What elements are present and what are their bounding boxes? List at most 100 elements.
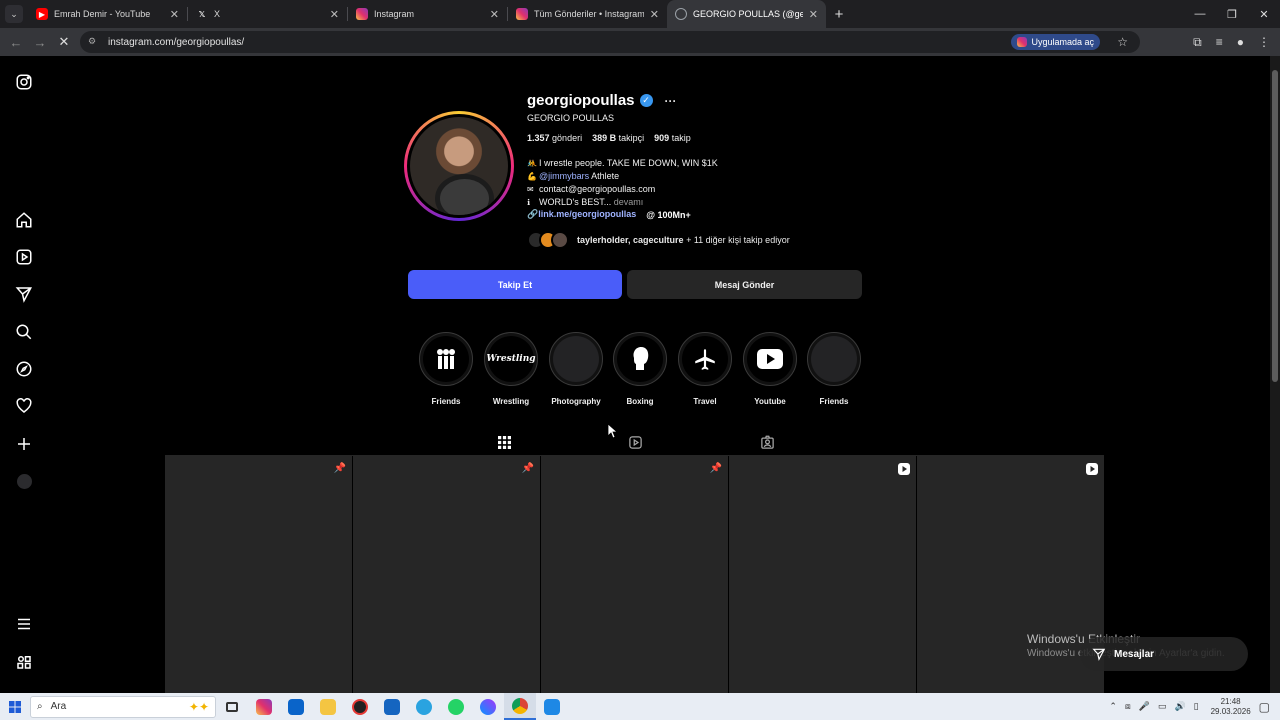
close-window-icon[interactable]: ✕ bbox=[1248, 0, 1280, 28]
highlight-item[interactable]: Friends bbox=[418, 332, 474, 406]
tab-search-button[interactable]: ⌄ bbox=[0, 0, 28, 28]
bio-line: Athlete bbox=[591, 171, 620, 181]
file-explorer-icon[interactable] bbox=[312, 693, 344, 720]
volume-icon[interactable]: 🔊 bbox=[1174, 701, 1185, 712]
profile-icon[interactable]: ● bbox=[1237, 35, 1244, 49]
explore-compass-icon[interactable] bbox=[14, 359, 34, 379]
bio-mention-link[interactable]: @jimmybars bbox=[539, 171, 589, 181]
new-tab-button[interactable]: + bbox=[826, 6, 852, 23]
microphone-icon[interactable]: 🎤 bbox=[1139, 701, 1150, 712]
clock[interactable]: 21:48 29.03.2026 bbox=[1211, 697, 1251, 717]
task-view-icon[interactable] bbox=[216, 693, 248, 720]
tab-tagged-icon[interactable] bbox=[757, 432, 777, 452]
tab-title: Instagram bbox=[374, 9, 415, 19]
tab-posts-grid-icon[interactable] bbox=[483, 432, 525, 459]
messages-pill[interactable]: Mesajlar bbox=[1080, 637, 1248, 671]
threads-badge[interactable]: @ 100Mn+ bbox=[646, 210, 691, 220]
taskbar-search[interactable]: ⌕ Ara ✦✦ bbox=[30, 695, 216, 718]
notifications-heart-icon[interactable] bbox=[14, 396, 34, 416]
post-tile[interactable]: 📌 bbox=[353, 456, 540, 693]
trello-icon[interactable] bbox=[376, 693, 408, 720]
network-icon[interactable]: ⧈ bbox=[1125, 701, 1131, 712]
instagram-app-icon[interactable] bbox=[248, 693, 280, 720]
profile-avatar-icon[interactable] bbox=[17, 474, 32, 489]
following-stat[interactable]: 909 takip bbox=[654, 133, 691, 143]
instagram-logo-icon[interactable] bbox=[14, 72, 34, 92]
site-info-icon[interactable]: ⚙ bbox=[88, 36, 100, 48]
post-tile[interactable]: 📌 bbox=[165, 456, 352, 693]
profile-stats: 1.357 gönderi 389 B takipçi 909 takip bbox=[527, 133, 691, 143]
close-tab-icon[interactable]: ✕ bbox=[809, 8, 818, 21]
close-tab-icon[interactable]: ✕ bbox=[490, 8, 499, 21]
chrome-icon[interactable] bbox=[504, 693, 536, 720]
paint-app-icon[interactable] bbox=[536, 693, 568, 720]
search-placeholder: Ara bbox=[50, 701, 67, 712]
highlight-item[interactable]: Wrestling Wrestling bbox=[483, 332, 539, 406]
follower-avatar bbox=[551, 231, 569, 249]
battery-icon[interactable]: ▯ bbox=[1194, 701, 1199, 712]
whatsapp-icon[interactable] bbox=[440, 693, 472, 720]
close-tab-icon[interactable]: ✕ bbox=[170, 8, 179, 21]
minimize-icon[interactable]: — bbox=[1184, 0, 1216, 28]
external-link[interactable]: 🔗link.me/georgiopoullas bbox=[527, 209, 636, 220]
highlight-label: Photography bbox=[551, 397, 601, 406]
posts-grid: 📌 📌 📌 bbox=[165, 456, 1104, 693]
browser-tab[interactable]: 𝕏 X ✕ bbox=[188, 0, 347, 28]
highlight-item[interactable]: Photography bbox=[548, 332, 604, 406]
mouse-cursor-icon bbox=[608, 424, 618, 438]
display-icon[interactable]: ▭ bbox=[1158, 701, 1167, 712]
menu-kebab-icon[interactable]: ⋮ bbox=[1258, 35, 1270, 49]
notification-icon[interactable]: ▢ bbox=[1259, 700, 1270, 714]
windows-start-icon[interactable] bbox=[0, 700, 30, 713]
browser-tab-active[interactable]: GEORGIO POULLAS (@georgio ✕ bbox=[667, 0, 826, 28]
close-tab-icon[interactable]: ✕ bbox=[330, 8, 339, 21]
home-icon[interactable] bbox=[14, 210, 34, 230]
bio: 🤼 I wrestle people. TAKE ME DOWN, WIN $1K… bbox=[527, 157, 718, 209]
bio-line: I wrestle people. TAKE ME DOWN, WIN $1K bbox=[539, 158, 718, 168]
more-menu-icon[interactable] bbox=[14, 614, 34, 634]
outlook-icon[interactable] bbox=[280, 693, 312, 720]
post-tile[interactable]: 📌 bbox=[541, 456, 728, 693]
open-in-app-button[interactable]: Uygulamada aç bbox=[1011, 34, 1100, 50]
browser-tab[interactable]: Tüm Gönderiler • Instagram ✕ bbox=[508, 0, 667, 28]
search-icon[interactable] bbox=[14, 322, 34, 342]
address-bar[interactable]: ⚙ instagram.com/georgiopoullas/ Uygulama… bbox=[80, 31, 1140, 53]
options-ellipsis-icon[interactable]: ··· bbox=[665, 94, 677, 108]
bookmark-star-icon[interactable]: ☆ bbox=[1117, 35, 1128, 49]
forward-icon[interactable]: → bbox=[28, 35, 52, 50]
highlight-item[interactable]: Boxing bbox=[612, 332, 668, 406]
media-player-icon[interactable] bbox=[344, 693, 376, 720]
followed-by[interactable]: taylerholder, cageculture + 11 diğer kiş… bbox=[527, 231, 790, 249]
tab-title: GEORGIO POULLAS (@georgio bbox=[693, 9, 803, 19]
scrollbar-thumb[interactable] bbox=[1272, 70, 1278, 382]
extensions-icon[interactable]: ⧉ bbox=[1193, 35, 1202, 50]
telegram-icon[interactable] bbox=[408, 693, 440, 720]
highlight-item[interactable]: Youtube bbox=[742, 332, 798, 406]
windows-taskbar: ⌕ Ara ✦✦ ⌃ ⧈ 🎤 ▭ 🔊 ▯ 21:48 29.03.2026 ▢ bbox=[0, 693, 1280, 720]
create-plus-icon[interactable] bbox=[14, 434, 34, 454]
highlight-label: Wrestling bbox=[492, 397, 530, 406]
link-icon: 🔗 bbox=[527, 209, 539, 219]
message-button[interactable]: Mesaj Gönder bbox=[627, 270, 862, 299]
profile-picture[interactable] bbox=[404, 111, 514, 221]
browser-tab[interactable]: Instagram ✕ bbox=[348, 0, 507, 28]
direct-messages-icon[interactable] bbox=[14, 284, 34, 304]
chevron-up-icon[interactable]: ⌃ bbox=[1109, 701, 1117, 712]
browser-tab[interactable]: ▶ Emrah Demir - YouTube ✕ bbox=[28, 0, 187, 28]
highlight-item[interactable]: Travel bbox=[677, 332, 733, 406]
tab-reels-icon[interactable] bbox=[625, 432, 645, 452]
media-control-icon[interactable]: ≡ bbox=[1216, 35, 1223, 49]
also-from-meta-icon[interactable] bbox=[14, 652, 34, 672]
messenger-icon[interactable] bbox=[472, 693, 504, 720]
highlight-item[interactable]: Friends bbox=[806, 332, 862, 406]
followers-stat[interactable]: 389 B takipçi bbox=[592, 133, 644, 143]
restore-icon[interactable]: ❐ bbox=[1216, 0, 1248, 28]
post-tile[interactable] bbox=[729, 456, 916, 693]
page-scrollbar[interactable] bbox=[1270, 56, 1280, 693]
back-icon[interactable]: ← bbox=[4, 35, 28, 50]
reels-icon[interactable] bbox=[14, 247, 34, 267]
close-tab-icon[interactable]: ✕ bbox=[650, 8, 659, 21]
bio-more-link[interactable]: devamı bbox=[614, 197, 644, 207]
follow-button[interactable]: Takip Et bbox=[408, 270, 622, 299]
stop-icon[interactable]: ✕ bbox=[52, 34, 76, 50]
